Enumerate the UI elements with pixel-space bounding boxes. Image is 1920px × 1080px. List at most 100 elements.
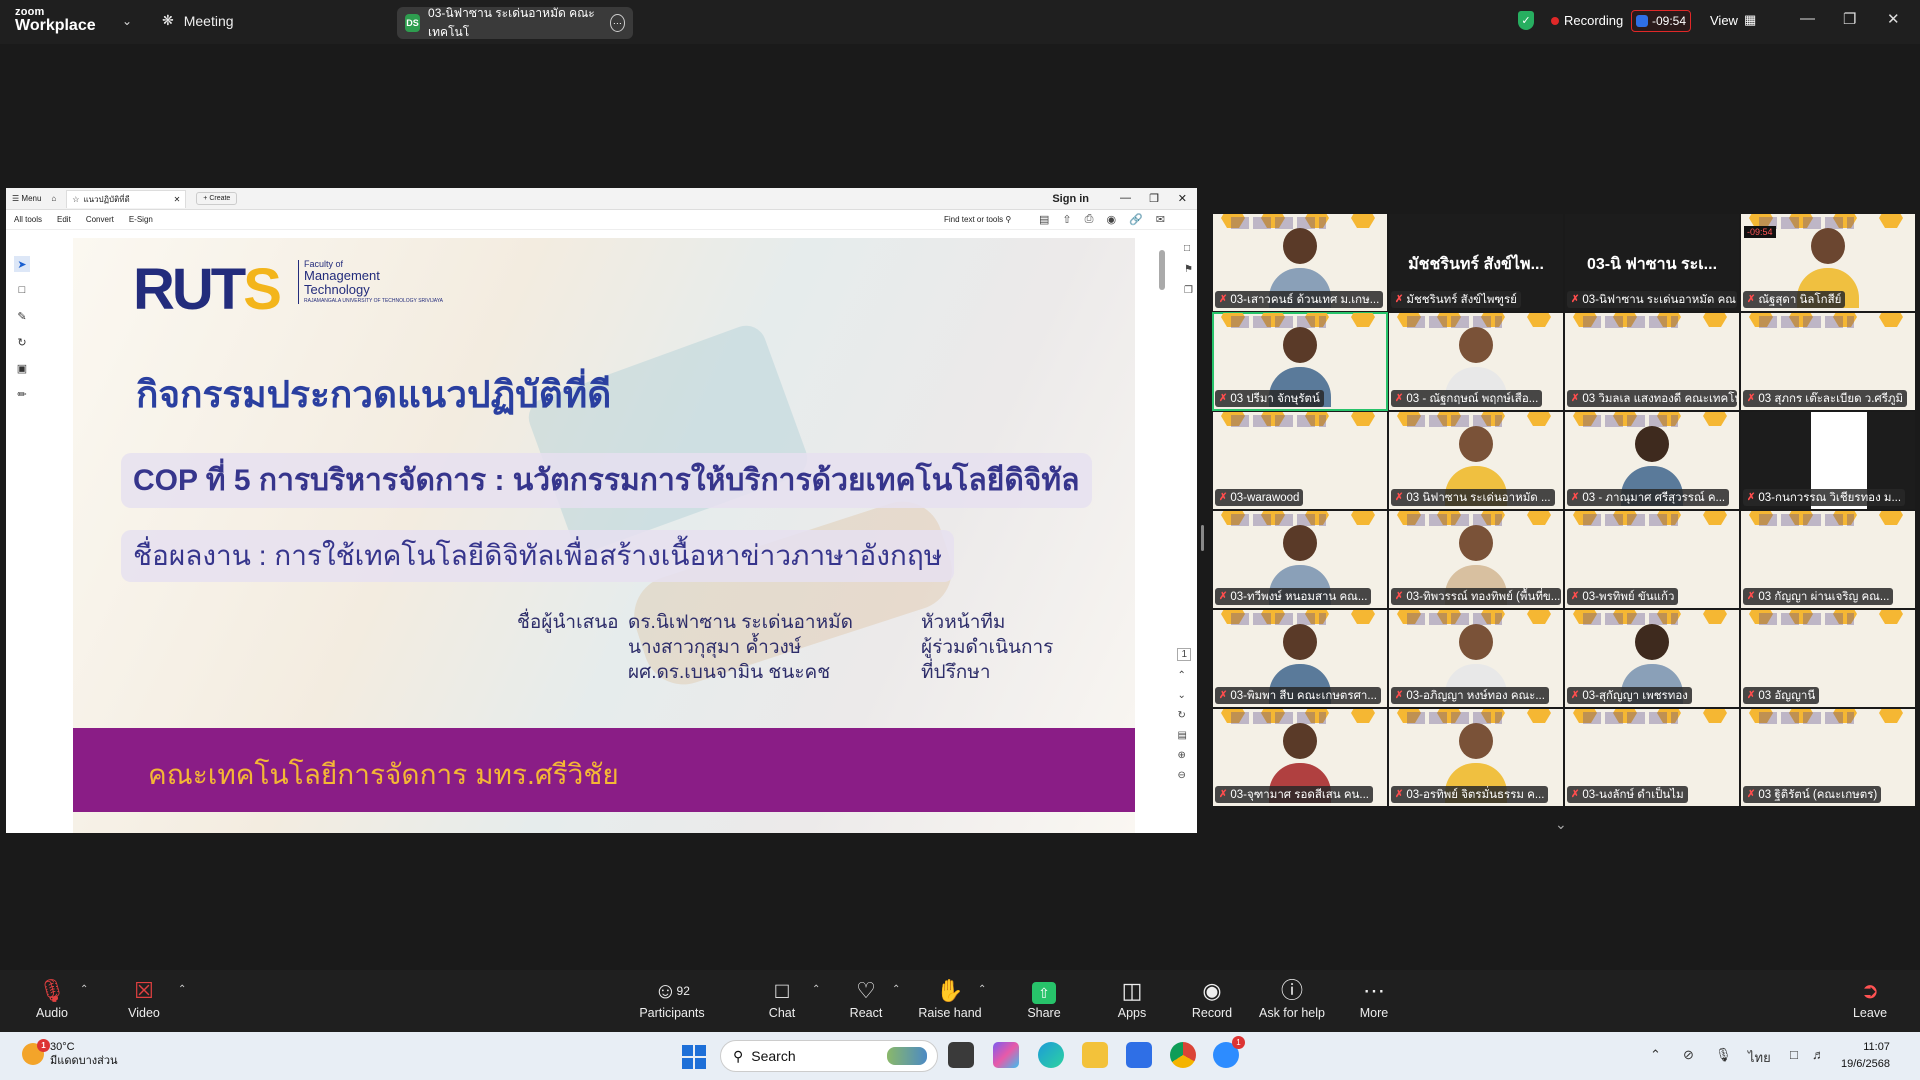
taskbar-search[interactable]: ⚲ Search (720, 1040, 938, 1072)
tab-close-icon[interactable]: ✕ (174, 195, 181, 204)
task-view-icon[interactable] (948, 1042, 974, 1068)
participant-tile[interactable]: ✗ 03-ทวีพงษ์ หนอมสาน คณ... (1212, 510, 1388, 609)
participant-tile[interactable]: ✗ 03 สุภกร เต๊ะละเบียด ว.ศรีภูมิ (1740, 312, 1916, 411)
participant-tile[interactable]: ✗ 03 วิมลเล แสงทองดี คณะเทคโน... (1564, 312, 1740, 411)
page-down-icon[interactable]: ⌄ (1177, 690, 1191, 701)
windows-start-icon[interactable] (682, 1045, 706, 1069)
gallery-next-page-icon[interactable]: ⌄ (1555, 816, 1567, 833)
pen-icon[interactable]: ✎ (14, 308, 30, 324)
store-icon[interactable] (1126, 1042, 1152, 1068)
raise-hand-options-caret[interactable]: ⌃ (978, 984, 986, 995)
record-button[interactable]: ◉ Record (1172, 976, 1252, 1020)
lasso-icon[interactable]: ↻ (14, 334, 30, 350)
home-icon[interactable]: ⌂ (51, 194, 56, 203)
file-explorer-icon[interactable] (1082, 1042, 1108, 1068)
weather-widget[interactable]: 1 30°C มีแดดบางส่วน (22, 1039, 118, 1069)
tool-esign[interactable]: E-Sign (129, 215, 153, 224)
comments-panel-icon[interactable]: □ (1184, 243, 1193, 254)
input-language[interactable]: ไทย (1748, 1047, 1771, 1068)
text-box-icon[interactable]: ▣ (14, 360, 30, 376)
sharing-indicator[interactable]: DS 03-นิฟาซาน ระเด่นอาหมัด คณะเทคโนโ ⋯ (397, 6, 633, 39)
print-icon[interactable]: ⎙ (1085, 213, 1094, 226)
chat-options-caret[interactable]: ⌃ (812, 984, 820, 995)
chrome-icon[interactable] (1170, 1042, 1196, 1068)
participant-tile[interactable]: ✗ 03-warawood (1212, 411, 1388, 510)
volume-icon[interactable]: ♬ (1812, 1047, 1825, 1062)
participant-tile[interactable]: ✗ 03-นงลักษ์ ดำเป็นไม (1564, 708, 1740, 807)
page-number-box[interactable]: 1 (1177, 648, 1191, 661)
video-options-caret[interactable]: ⌃ (178, 984, 186, 995)
leave-button[interactable]: ➲ Leave (1830, 976, 1910, 1020)
close-icon[interactable]: ✕ (1887, 10, 1900, 28)
pdf-minimize-icon[interactable]: — (1120, 192, 1131, 204)
participant-tile[interactable]: ✗ 03-อภิญญา หงษ์ทอง คณะ... (1388, 609, 1564, 708)
pdf-menu-button[interactable]: ☰ Menu (12, 194, 41, 203)
pdf-scroll-thumb[interactable] (1159, 250, 1165, 290)
participants-button[interactable]: ☺92 Participants (632, 976, 712, 1020)
tray-overflow-icon[interactable]: ⌃ (1650, 1047, 1661, 1063)
rotate-icon[interactable]: ↻ (1177, 710, 1191, 721)
participant-tile[interactable]: ✗ 03-อรทิพย์ จิตรมั่นธรรม ค... (1388, 708, 1564, 807)
apps-button[interactable]: ◫ Apps (1092, 976, 1172, 1020)
audio-button[interactable]: 🎙 Audio (12, 976, 92, 1020)
signin-button[interactable]: Sign in (1052, 193, 1089, 205)
comment-icon[interactable]: □ (14, 282, 30, 298)
share-button[interactable]: ⇧ Share (1004, 976, 1084, 1020)
participant-tile[interactable]: ✗ 03-กนกวรรณ วิเชียรทอง ม... (1740, 411, 1916, 510)
more-options-icon[interactable]: ⋯ (609, 14, 625, 32)
participant-tile[interactable]: ✗ 03-จุฑามาศ รอดสีเสน คน... (1212, 708, 1388, 807)
participant-tile[interactable]: ✗ 03 - ณัฐกฤษณ์ พฤกษ์เสือ... (1388, 312, 1564, 411)
pdf-close-icon[interactable]: ✕ (1178, 192, 1187, 205)
meeting-timer[interactable]: -09:54 (1631, 10, 1691, 32)
taskbar-clock[interactable]: 11:07 19/6/2568 (1841, 1039, 1890, 1072)
participant-tile[interactable]: ✗ 03-สุกัญญา เพชรทอง (1564, 609, 1740, 708)
participant-tile[interactable]: ✗ 03 อัญญานี (1740, 609, 1916, 708)
participant-tile[interactable]: ✗ 03 กัญญา ผ่านเจริญ คณ... (1740, 510, 1916, 609)
email-icon[interactable]: ✉ (1156, 213, 1165, 226)
pages-icon[interactable]: ❐ (1184, 285, 1193, 296)
page-up-icon[interactable]: ⌃ (1177, 670, 1191, 681)
security-shield-icon[interactable]: ✓ (1518, 11, 1534, 30)
page-view-icon[interactable]: ▤ (1039, 213, 1049, 226)
edge-icon[interactable] (1038, 1042, 1064, 1068)
participant-tile[interactable]: 03-นิ ฟาซาน ระเ... ✗ 03-นิฟาซาน ระเด่นอาหม… (1564, 213, 1740, 312)
pdf-scrollbar[interactable] (1158, 240, 1166, 825)
upload-icon[interactable]: ⇧ (1062, 213, 1071, 226)
minimize-icon[interactable]: — (1800, 10, 1815, 27)
audio-options-caret[interactable]: ⌃ (80, 984, 88, 995)
participant-tile[interactable]: ✗ 03-พิมพา สีบ คณะเกษตรศา... (1212, 609, 1388, 708)
ai-assistant-icon[interactable]: ◉ (1106, 213, 1116, 226)
ask-help-button[interactable]: ⓘ Ask for help (1252, 976, 1332, 1020)
zoom-out-icon[interactable]: ⊖ (1177, 770, 1191, 781)
mic-icon[interactable]: 🎙 (1715, 1047, 1732, 1063)
star-icon[interactable]: ☆ (72, 195, 79, 204)
copilot-icon[interactable] (993, 1042, 1019, 1068)
participant-tile[interactable]: ✗ 03 - ภาณุมาศ ศรีสุวรรณ์ ค... (1564, 411, 1740, 510)
participant-tile[interactable]: ✗ 03 ฐิติรัตน์ (คณะเกษตร) (1740, 708, 1916, 807)
panel-resize-handle[interactable] (1201, 525, 1204, 551)
display-icon[interactable]: □ (1790, 1047, 1798, 1062)
pdf-restore-icon[interactable]: ❐ (1149, 192, 1159, 205)
save-icon[interactable]: ▤ (1177, 730, 1191, 741)
zoom-in-icon[interactable]: ⊕ (1177, 750, 1191, 761)
meeting-menu-button[interactable]: ❋ Meeting (162, 12, 234, 29)
zoom-app-icon[interactable]: 1 (1213, 1036, 1245, 1068)
participant-tile[interactable]: ✗ 03 นิฟาซาน ระเด่นอาหมัด ... (1388, 411, 1564, 510)
view-button[interactable]: View ▦ (1710, 12, 1756, 28)
react-options-caret[interactable]: ⌃ (892, 984, 900, 995)
chevron-down-icon[interactable]: ⌄ (122, 14, 132, 28)
participant-tile[interactable]: ✗ 03-พรทิพย์ ขันแก้ว (1564, 510, 1740, 609)
restore-icon[interactable]: ❐ (1843, 10, 1856, 28)
create-button[interactable]: + Create (196, 192, 238, 205)
participant-tile[interactable]: ✗ 03 ปรีมา จักษุรัตน์ (1212, 312, 1388, 411)
pdf-document-tab[interactable]: ☆ แนวปฏิบัติที่ดี ✕ (66, 189, 187, 208)
bookmark-icon[interactable]: ⚑ (1184, 264, 1193, 275)
participant-tile[interactable]: -09:54 ✗ ณัฐสุดา นิลโกสีย์ (1740, 213, 1916, 312)
select-cursor-icon[interactable]: ➤ (14, 256, 30, 272)
tool-all-tools[interactable]: All tools (14, 215, 42, 224)
signature-icon[interactable]: ✏ (14, 386, 30, 402)
more-button[interactable]: ⋯ More (1334, 976, 1414, 1020)
raise-hand-button[interactable]: ✋ Raise hand (910, 976, 990, 1020)
recording-indicator[interactable]: Recording (1551, 13, 1623, 28)
video-button[interactable]: ☒ Video (104, 976, 184, 1020)
